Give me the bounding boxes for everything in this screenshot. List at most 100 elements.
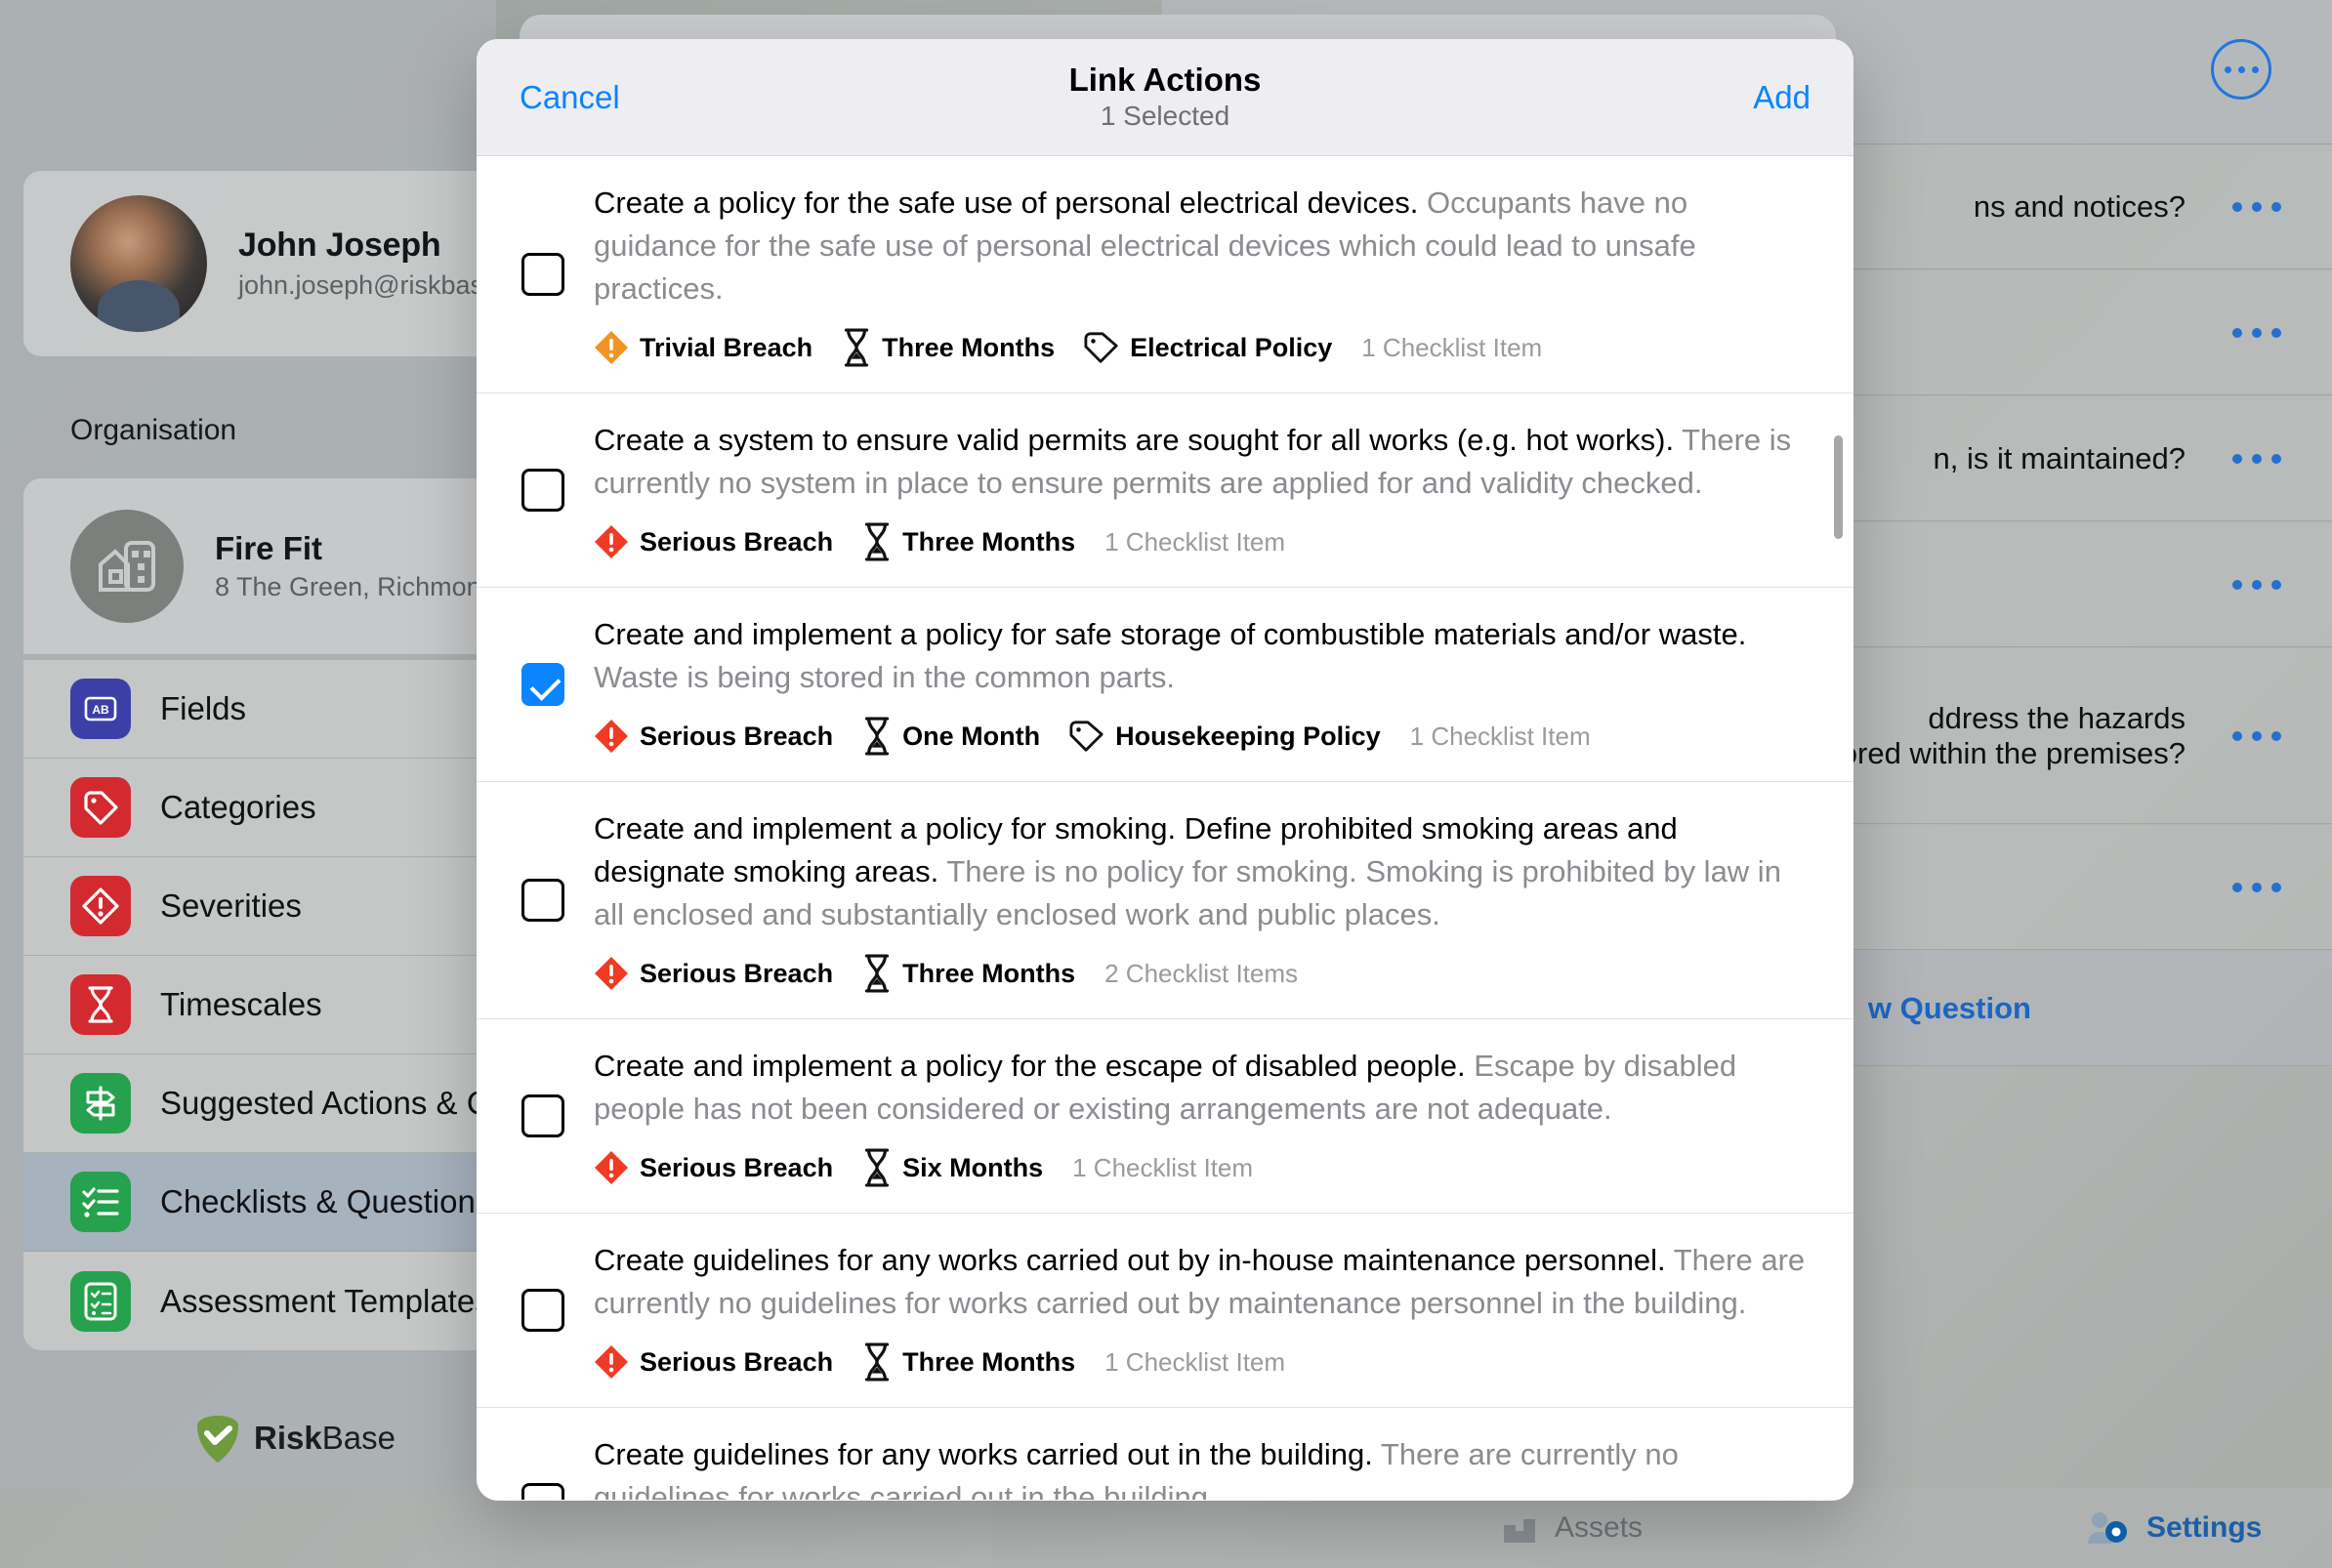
signpost-icon xyxy=(70,1073,131,1134)
policy-tag-icon xyxy=(1069,721,1104,752)
avatar xyxy=(70,195,207,332)
sidebar-item-label: Suggested Actions & Cor xyxy=(160,1085,519,1121)
sidebar-item-label: Timescales xyxy=(160,986,322,1022)
policy-tag-chip: Housekeeping Policy xyxy=(1069,720,1381,753)
app-root: ctions ent ns and notices?n, is it maint… xyxy=(0,0,2332,1568)
severity-label: Serious Breach xyxy=(640,526,834,557)
action-list[interactable]: Create a policy for the safe use of pers… xyxy=(477,156,1853,1500)
organisation-card[interactable]: Fire Fit 8 The Green, Richmond xyxy=(23,478,496,654)
action-meta: Serious Breach Three Months 2 Checklist It… xyxy=(594,954,1809,993)
tab-assets-label: Assets xyxy=(1555,1511,1644,1544)
action-meta: Serious Breach Six Months 1 Checklist Item xyxy=(594,1148,1809,1187)
background-question-text: ns and notices? xyxy=(1973,188,2186,224)
sidebar-item-timescales[interactable]: Timescales xyxy=(23,956,496,1054)
action-body: Create guidelines for any works carried … xyxy=(594,1214,1809,1407)
timescale-label: Three Months xyxy=(902,526,1076,557)
action-description: There is currently no system in place to… xyxy=(594,423,1792,501)
riskbase-logo: RiskBase xyxy=(195,1414,396,1463)
scrollbar[interactable] xyxy=(1834,435,1843,539)
row-more-icon[interactable] xyxy=(2232,327,2281,338)
action-checkbox[interactable] xyxy=(521,1289,564,1333)
background-question-text: ddress the hazards stored within the prem… xyxy=(1816,700,2186,770)
policy-tag-chip: Electrical Policy xyxy=(1084,331,1332,364)
timescale-chip: Three Months xyxy=(862,954,1075,993)
ellipsis-circle-icon[interactable] xyxy=(2211,39,2271,100)
severity-diamond-icon xyxy=(595,331,628,365)
timescale-label: Three Months xyxy=(902,1346,1076,1377)
action-checkbox[interactable] xyxy=(521,879,564,923)
policy-tag-icon xyxy=(1084,332,1118,363)
sidebar-item-fields[interactable]: AB Fields xyxy=(23,660,496,759)
severity-label: Serious Breach xyxy=(640,1346,834,1377)
add-button[interactable]: Add xyxy=(1753,79,1811,116)
sidebar-item-label: Checklists & Questions xyxy=(160,1183,492,1219)
action-list-item[interactable]: Create and implement a policy for the es… xyxy=(477,1019,1853,1215)
action-checkbox[interactable] xyxy=(521,469,564,513)
riskbase-shield-check-icon xyxy=(197,1416,238,1463)
action-list-item[interactable]: Create guidelines for any works carried … xyxy=(477,1214,1853,1409)
action-checkbox[interactable] xyxy=(521,253,564,297)
action-description: Escape by disabled people has not been c… xyxy=(594,1049,1737,1127)
action-body: Create and implement a policy for the es… xyxy=(594,1019,1809,1213)
row-more-icon[interactable] xyxy=(2232,730,2281,741)
policy-tag-label: Electrical Policy xyxy=(1130,332,1333,362)
action-title: Create and implement a policy for safe s… xyxy=(594,617,1747,695)
sidebar-item-assessment-templates[interactable]: Assessment Templates xyxy=(23,1252,496,1350)
tab-settings[interactable]: Settings xyxy=(2086,1510,2262,1546)
severity-chip: Serious Breach xyxy=(594,1150,833,1185)
sidebar-item-label: Fields xyxy=(160,690,247,726)
sidebar-item-suggested-actions-cor[interactable]: Suggested Actions & Cor xyxy=(23,1054,519,1153)
row-more-icon[interactable] xyxy=(2232,882,2281,892)
tab-settings-label: Settings xyxy=(2146,1511,2263,1544)
link-actions-sheet: Cancel Link Actions 1 Selected Add Creat… xyxy=(477,39,1853,1501)
profile-email: john.joseph@riskbase. xyxy=(238,270,506,300)
sheet-title: Link Actions xyxy=(1068,61,1262,98)
severity-label: Serious Breach xyxy=(640,958,834,988)
action-title: Create and implement a policy for smokin… xyxy=(594,811,1781,932)
action-body: Create a policy for the safe use of pers… xyxy=(594,156,1809,392)
severity-diamond-icon xyxy=(595,525,628,559)
action-checkbox[interactable] xyxy=(521,1483,564,1500)
organisation-name: Fire Fit xyxy=(215,530,323,566)
action-description: Occupants have no guidance for the safe … xyxy=(594,186,1696,307)
action-body: Create guidelines for any works carried … xyxy=(594,1408,1809,1500)
sidebar-item-checklists-questions[interactable]: Checklists & Questions xyxy=(23,1153,496,1252)
checklist-count-label: 1 Checklist Item xyxy=(1104,1346,1286,1377)
action-list-item[interactable]: Create a policy for the safe use of pers… xyxy=(477,156,1853,394)
severity-label: Serious Breach xyxy=(640,1152,834,1182)
cancel-button[interactable]: Cancel xyxy=(520,79,620,116)
timescale-hourglass-icon xyxy=(864,954,890,993)
action-list-item[interactable]: Create guidelines for any works carried … xyxy=(477,1408,1853,1500)
action-meta: Serious Breach One Month Housekeeping Poli… xyxy=(594,717,1809,756)
action-title: Create guidelines for any works carried … xyxy=(594,1433,1809,1500)
row-more-icon[interactable] xyxy=(2232,201,2281,212)
row-more-icon[interactable] xyxy=(2232,453,2281,464)
tag-icon xyxy=(70,777,131,838)
action-list-item[interactable]: Create a system to ensure valid permits … xyxy=(477,393,1853,589)
action-checkbox[interactable] xyxy=(521,663,564,707)
organisation-address: 8 The Green, Richmond xyxy=(215,572,496,601)
action-title: Create and implement a policy for the es… xyxy=(594,1049,1737,1127)
action-checkbox[interactable] xyxy=(521,1094,564,1138)
action-list-item[interactable]: Create and implement a policy for smokin… xyxy=(477,782,1853,1020)
action-meta: Serious Breach Three Months 1 Checklist It… xyxy=(594,1342,1809,1382)
background-sidebar: John Joseph john.joseph@riskbase. Organi… xyxy=(0,0,519,1489)
ab-field-icon: AB xyxy=(70,679,131,739)
severity-chip: Serious Breach xyxy=(594,524,833,559)
severity-chip: Serious Breach xyxy=(594,719,833,754)
sheet-selected-count: 1 Selected xyxy=(1100,101,1230,132)
timescale-chip: Three Months xyxy=(862,1342,1075,1382)
timescale-hourglass-icon xyxy=(864,1342,890,1382)
profile-card[interactable]: John Joseph john.joseph@riskbase. xyxy=(23,171,506,356)
action-meta: Trivial Breach Three Months Electrical Pol… xyxy=(594,328,1809,367)
sidebar-item-severities[interactable]: Severities xyxy=(23,857,496,956)
scrollbar-thumb[interactable] xyxy=(1834,435,1843,539)
checklist-count-label: 1 Checklist Item xyxy=(1361,332,1543,362)
action-list-item[interactable]: Create and implement a policy for safe s… xyxy=(477,588,1853,783)
tab-assets[interactable]: Assets xyxy=(1500,1511,1643,1545)
checklist-count-label: 1 Checklist Item xyxy=(1072,1152,1254,1182)
sidebar-item-categories[interactable]: Categories xyxy=(23,759,496,857)
checklist-icon xyxy=(70,1172,131,1232)
row-more-icon[interactable] xyxy=(2232,579,2281,590)
assets-icon xyxy=(1504,1519,1535,1543)
